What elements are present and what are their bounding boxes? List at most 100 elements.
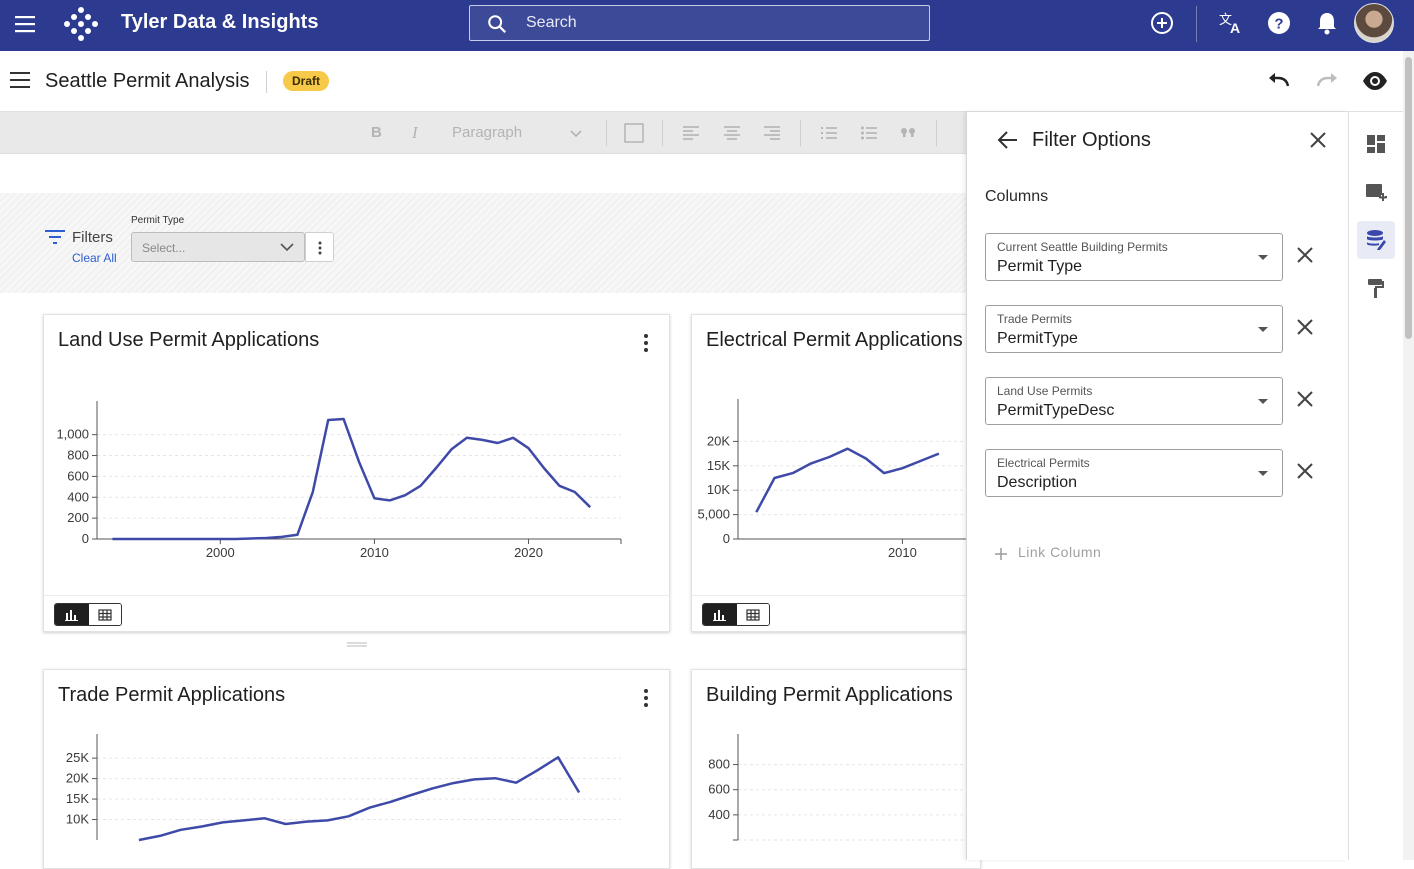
user-avatar[interactable]: [1354, 3, 1394, 43]
x-tick-label: 2010: [888, 545, 917, 560]
table-icon: [98, 609, 112, 621]
y-tick-label: 800: [708, 757, 730, 772]
preview-icon[interactable]: [1362, 70, 1388, 97]
column-select-electrical[interactable]: Electrical Permits Description: [985, 449, 1283, 497]
numbered-list-icon[interactable]: [821, 126, 837, 140]
column-select-land-use[interactable]: Land Use Permits PermitTypeDesc: [985, 377, 1283, 425]
y-tick-label: 200: [67, 510, 89, 525]
toolbar-divider: [606, 120, 607, 146]
kebab-icon: [318, 241, 322, 255]
bold-button[interactable]: B: [371, 124, 382, 141]
dataset-label: Current Seattle Building Permits: [997, 240, 1168, 254]
status-badge: Draft: [283, 71, 330, 91]
chevron-down-icon: [1258, 471, 1268, 476]
logo-icon[interactable]: [60, 3, 102, 45]
chart-view-button[interactable]: [55, 604, 89, 625]
italic-button[interactable]: I: [412, 123, 418, 143]
back-arrow-icon[interactable]: [997, 130, 1019, 155]
permit-type-select[interactable]: Select...: [131, 232, 305, 262]
table-view-button[interactable]: [737, 604, 769, 625]
card-menu-button[interactable]: [636, 686, 656, 710]
bullet-list-icon[interactable]: [861, 126, 877, 140]
y-tick-label: 25K: [66, 750, 89, 765]
format-paint-icon[interactable]: [1357, 269, 1395, 307]
align-left-icon[interactable]: [683, 126, 699, 140]
permit-type-placeholder: Select...: [142, 241, 186, 255]
chevron-down-icon: [1258, 399, 1268, 404]
color-swatch-icon[interactable]: [624, 123, 644, 143]
trade-line-chart: 10K 15K 20K 25K: [66, 734, 621, 842]
search-icon: [488, 15, 507, 34]
filter-icon: [45, 230, 65, 244]
search-placeholder: Search: [526, 14, 577, 31]
remove-column-button[interactable]: [1296, 318, 1318, 340]
columns-heading: Columns: [985, 188, 1049, 205]
electrical-line-chart: 0 5,000 10K 15K 20K 2010: [697, 399, 980, 560]
translate-icon[interactable]: 文 A: [1217, 10, 1245, 36]
clear-all-link[interactable]: Clear All: [72, 251, 117, 265]
search-input[interactable]: Search: [469, 5, 930, 41]
y-tick-label: 10K: [707, 482, 730, 497]
remove-column-button[interactable]: [1296, 246, 1318, 268]
document-header: Seattle Permit Analysis Draft: [0, 51, 1414, 112]
right-rail: [1348, 112, 1403, 860]
scrollbar-thumb[interactable]: [1405, 57, 1412, 339]
column-value: PermitType: [997, 330, 1078, 347]
notifications-icon[interactable]: [1314, 10, 1340, 36]
page-title[interactable]: Seattle Permit Analysis: [45, 70, 250, 93]
redo-icon[interactable]: [1314, 69, 1340, 98]
filter-options-panel: Filter Options Columns Current Seattle B…: [966, 112, 1348, 860]
svg-text:?: ?: [1274, 16, 1283, 33]
card-menu-button[interactable]: [636, 331, 656, 355]
series-line: [112, 417, 592, 541]
building-permit-card: Building Permit Applications 400 600 800: [691, 669, 981, 869]
close-icon: [1297, 247, 1313, 263]
toolbar-divider: [800, 120, 801, 146]
link-column-button[interactable]: Link Column: [1018, 544, 1101, 560]
y-tick-label: 15K: [707, 458, 730, 473]
top-app-bar: Tyler Data & Insights Search 文 A ?: [0, 0, 1414, 51]
bar-chart-icon: [713, 610, 726, 621]
toolbar-divider: [936, 120, 937, 146]
chevron-down-icon[interactable]: [570, 130, 582, 138]
paragraph-style-select[interactable]: Paragraph: [452, 124, 522, 141]
dataset-icon[interactable]: [1357, 221, 1395, 259]
close-icon: [1297, 391, 1313, 407]
remove-column-button[interactable]: [1296, 462, 1318, 484]
page-scrollbar[interactable]: [1403, 51, 1414, 860]
menu-icon[interactable]: [12, 10, 40, 38]
dashboard-icon[interactable]: [1357, 125, 1395, 163]
align-center-icon[interactable]: [724, 126, 740, 140]
column-select-trade[interactable]: Trade Permits PermitType: [985, 305, 1283, 353]
add-circle-icon[interactable]: [1149, 10, 1175, 36]
table-view-button[interactable]: [89, 604, 121, 625]
filters-label: Filters: [72, 229, 113, 246]
card-title: Trade Permit Applications: [58, 684, 286, 706]
add-card-icon[interactable]: [1357, 173, 1395, 211]
filter-options-button[interactable]: [305, 232, 334, 262]
kebab-icon: [644, 689, 648, 707]
quote-icon[interactable]: [900, 126, 916, 140]
plus-icon: [995, 548, 1007, 560]
trade-permit-card: Trade Permit Applications 10K 15K 20K 25K: [43, 669, 670, 869]
editor-toolbar: B I Paragraph: [0, 112, 966, 154]
chevron-down-icon: [1258, 327, 1268, 332]
column-select-building[interactable]: Current Seattle Building Permits Permit …: [985, 233, 1283, 281]
card-footer: [692, 595, 980, 631]
brand-name[interactable]: Tyler Data & Insights: [121, 11, 318, 34]
panel-title: Filter Options: [1032, 129, 1151, 151]
y-tick-label: 5,000: [697, 507, 730, 522]
y-tick-label: 15K: [66, 791, 89, 806]
chart-view-button[interactable]: [703, 604, 737, 625]
help-icon[interactable]: ?: [1266, 10, 1292, 36]
chevron-down-icon: [280, 243, 294, 252]
chevron-down-icon: [1258, 255, 1268, 260]
electrical-permit-card: Electrical Permit Applications 0 5,000 10K…: [691, 314, 981, 632]
remove-column-button[interactable]: [1296, 390, 1318, 412]
y-tick-label: 400: [67, 489, 89, 504]
undo-icon[interactable]: [1266, 69, 1292, 98]
align-right-icon[interactable]: [764, 126, 780, 140]
menu-icon[interactable]: [10, 71, 32, 94]
card-resize-handle[interactable]: [347, 635, 367, 647]
close-icon[interactable]: [1309, 131, 1327, 154]
